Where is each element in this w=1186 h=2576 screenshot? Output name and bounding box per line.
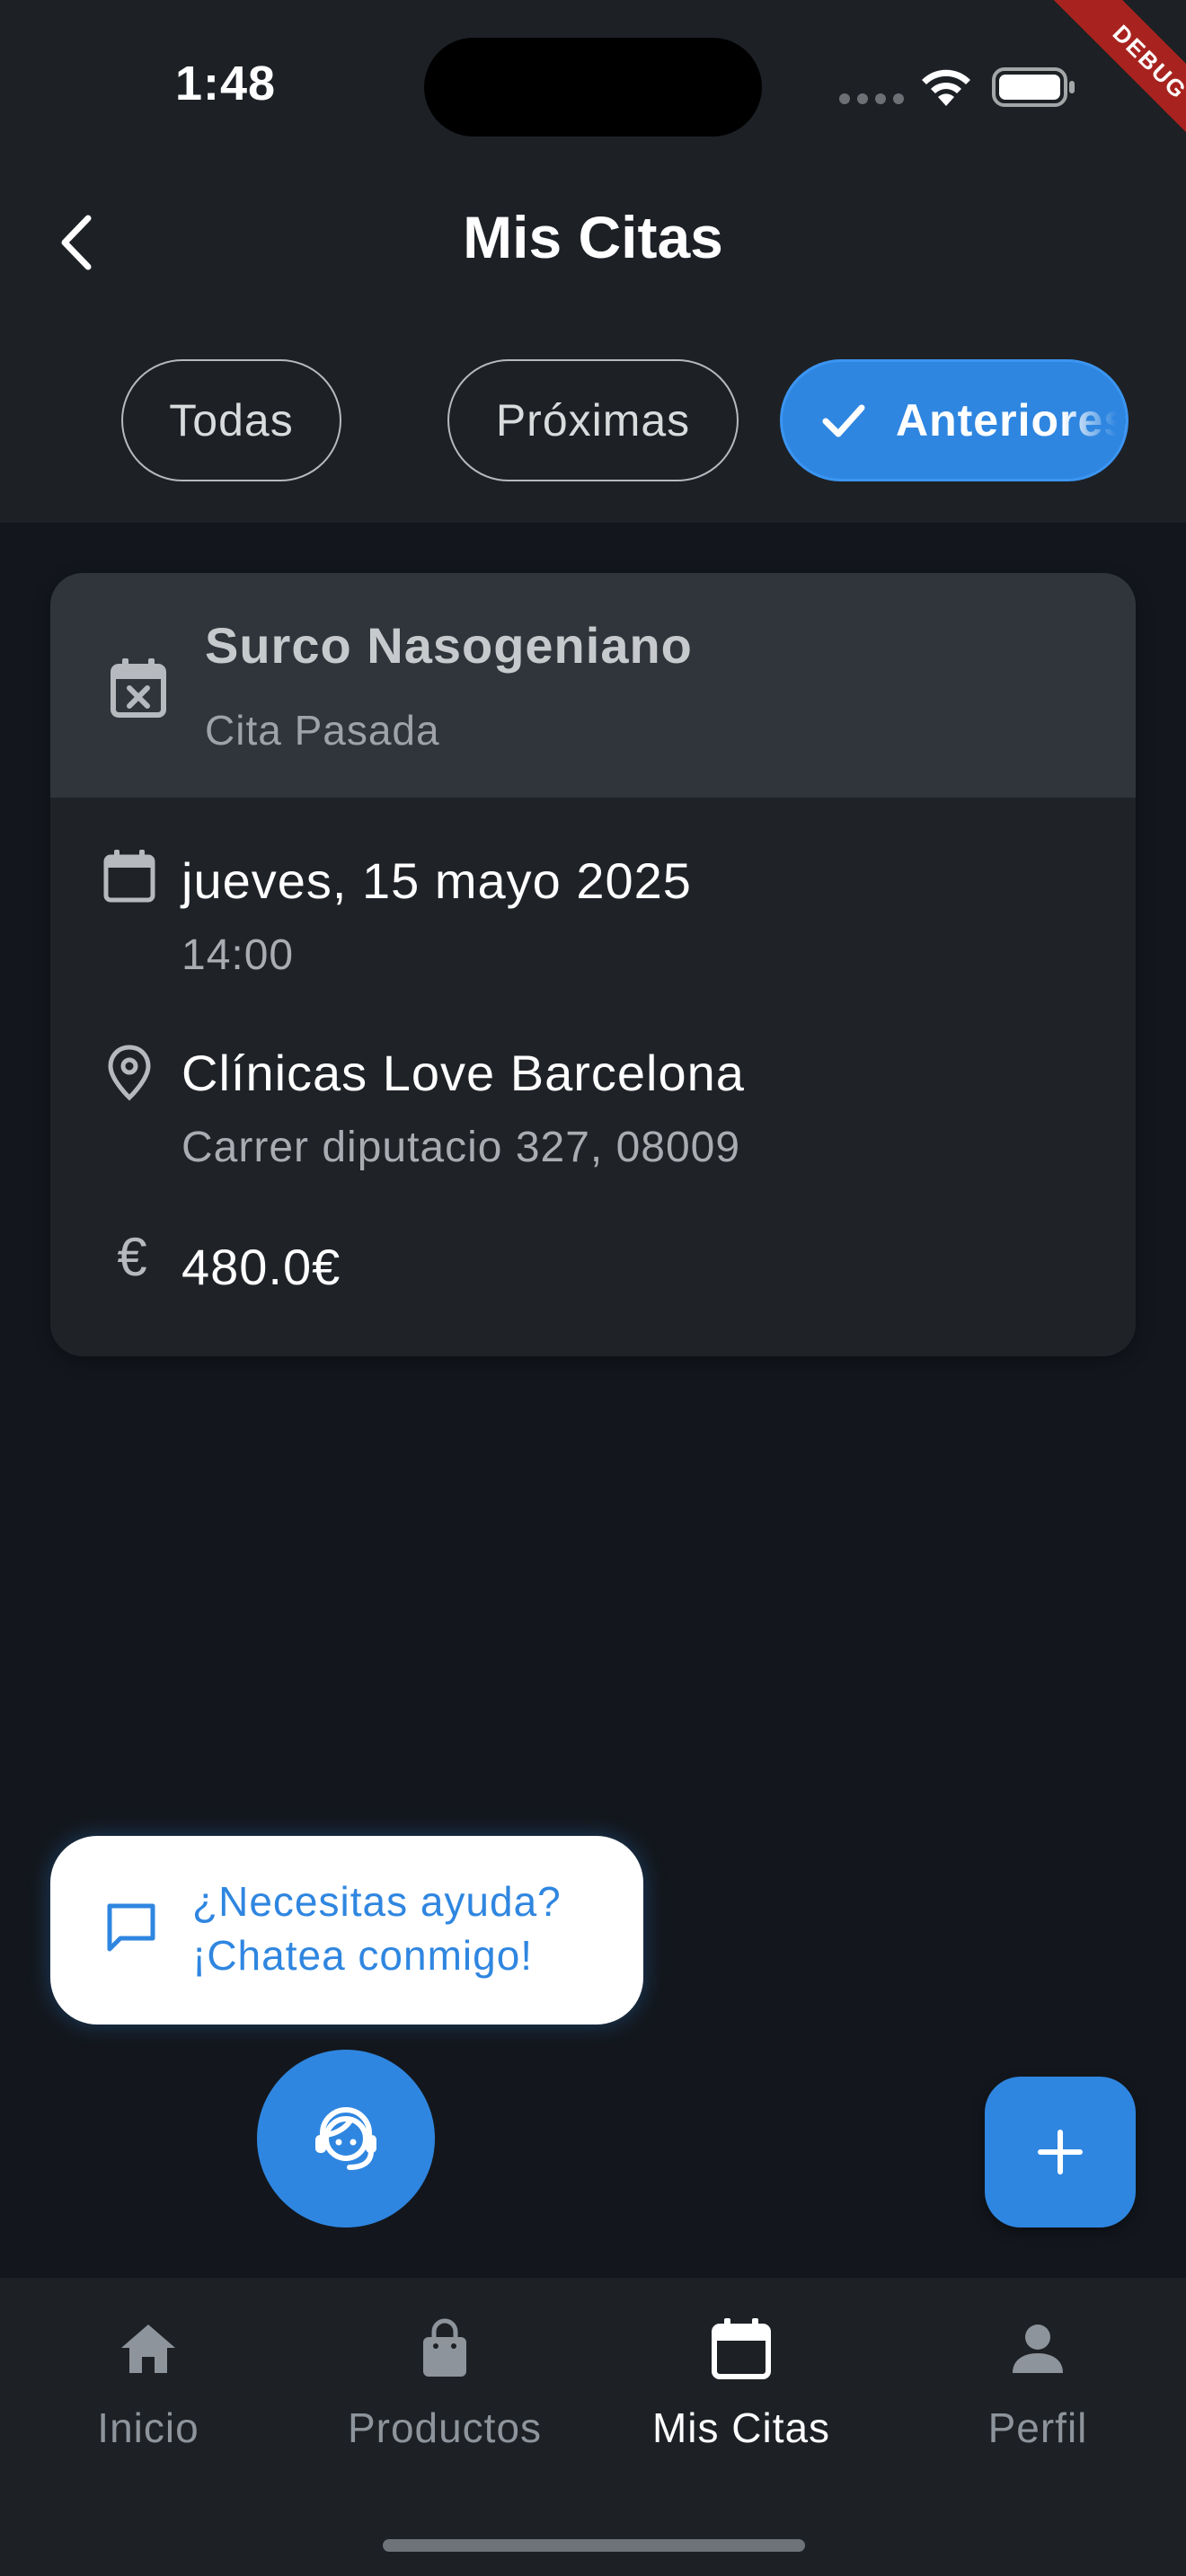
appointment-status: Cita Pasada	[205, 707, 440, 754]
filter-chip-label: Todas	[169, 395, 294, 446]
check-icon	[822, 404, 865, 437]
screen: 1:48 Mis Citas Todas Próximas Anteriores…	[0, 0, 1186, 2576]
chat-bubble-icon	[107, 1903, 155, 1952]
calendar-icon	[103, 850, 155, 903]
plus-icon	[1038, 2130, 1083, 2175]
nav-label: Productos	[347, 2404, 543, 2451]
nav-item-productos[interactable]: Productos	[296, 2305, 593, 2484]
calendar-icon	[712, 2318, 771, 2379]
help-bubble-line-2: ¡Chatea conmigo!	[192, 1932, 534, 1979]
location-pin-icon	[108, 1045, 151, 1101]
chip-overflow-fade	[1063, 362, 1126, 479]
appointment-date: jueves, 15 mayo 2025	[181, 852, 692, 909]
euro-icon: €	[117, 1227, 147, 1287]
home-indicator[interactable]	[383, 2539, 805, 2552]
bottom-navigation: Inicio Productos Mis Citas Perfil	[0, 2278, 1186, 2576]
appointment-time: 14:00	[181, 931, 295, 979]
filter-chip-proximas[interactable]: Próximas	[447, 359, 739, 481]
status-time: 1:48	[175, 57, 277, 110]
clinic-address: Carrer diputacio 327, 08009	[181, 1124, 741, 1171]
support-agent-icon	[315, 2107, 376, 2170]
nav-label: Inicio	[97, 2404, 199, 2451]
nav-item-perfil[interactable]: Perfil	[890, 2305, 1186, 2484]
add-appointment-button[interactable]	[985, 2077, 1136, 2228]
nav-label: Perfil	[987, 2404, 1088, 2451]
appointment-price: 480.0€	[181, 1239, 341, 1295]
dynamic-island	[424, 38, 762, 137]
chat-help-bubble[interactable]: ¿Necesitas ayuda? ¡Chatea conmigo!	[50, 1836, 643, 2025]
filter-chip-label: Próximas	[495, 395, 691, 446]
appointment-card[interactable]: Surco Nasogeniano Cita Pasada jueves, 15…	[50, 573, 1136, 1356]
event-busy-icon	[111, 658, 166, 718]
nav-item-mis-citas[interactable]: Mis Citas	[593, 2305, 890, 2484]
cellular-signal-icon	[839, 93, 904, 104]
appointment-card-header: Surco Nasogeniano Cita Pasada	[50, 573, 1136, 798]
nav-item-inicio[interactable]: Inicio	[0, 2305, 296, 2484]
help-bubble-line-1: ¿Necesitas ayuda?	[192, 1878, 562, 1925]
shopping-bag-icon	[423, 2318, 466, 2377]
battery-icon	[992, 67, 1075, 107]
nav-label: Mis Citas	[651, 2404, 831, 2451]
filter-chip-todas[interactable]: Todas	[121, 359, 341, 481]
support-agent-button[interactable]	[257, 2050, 435, 2228]
wifi-icon	[922, 69, 970, 106]
appointment-title: Surco Nasogeniano	[205, 617, 693, 674]
top-area: 1:48 Mis Citas Todas Próximas Anteriores…	[0, 0, 1186, 523]
page-title: Mis Citas	[463, 204, 723, 270]
filter-chip-anteriores[interactable]: Anteriores	[780, 359, 1128, 481]
home-icon	[121, 2325, 175, 2373]
person-icon	[1013, 2325, 1063, 2373]
clinic-name: Clínicas Love Barcelona	[181, 1045, 745, 1101]
